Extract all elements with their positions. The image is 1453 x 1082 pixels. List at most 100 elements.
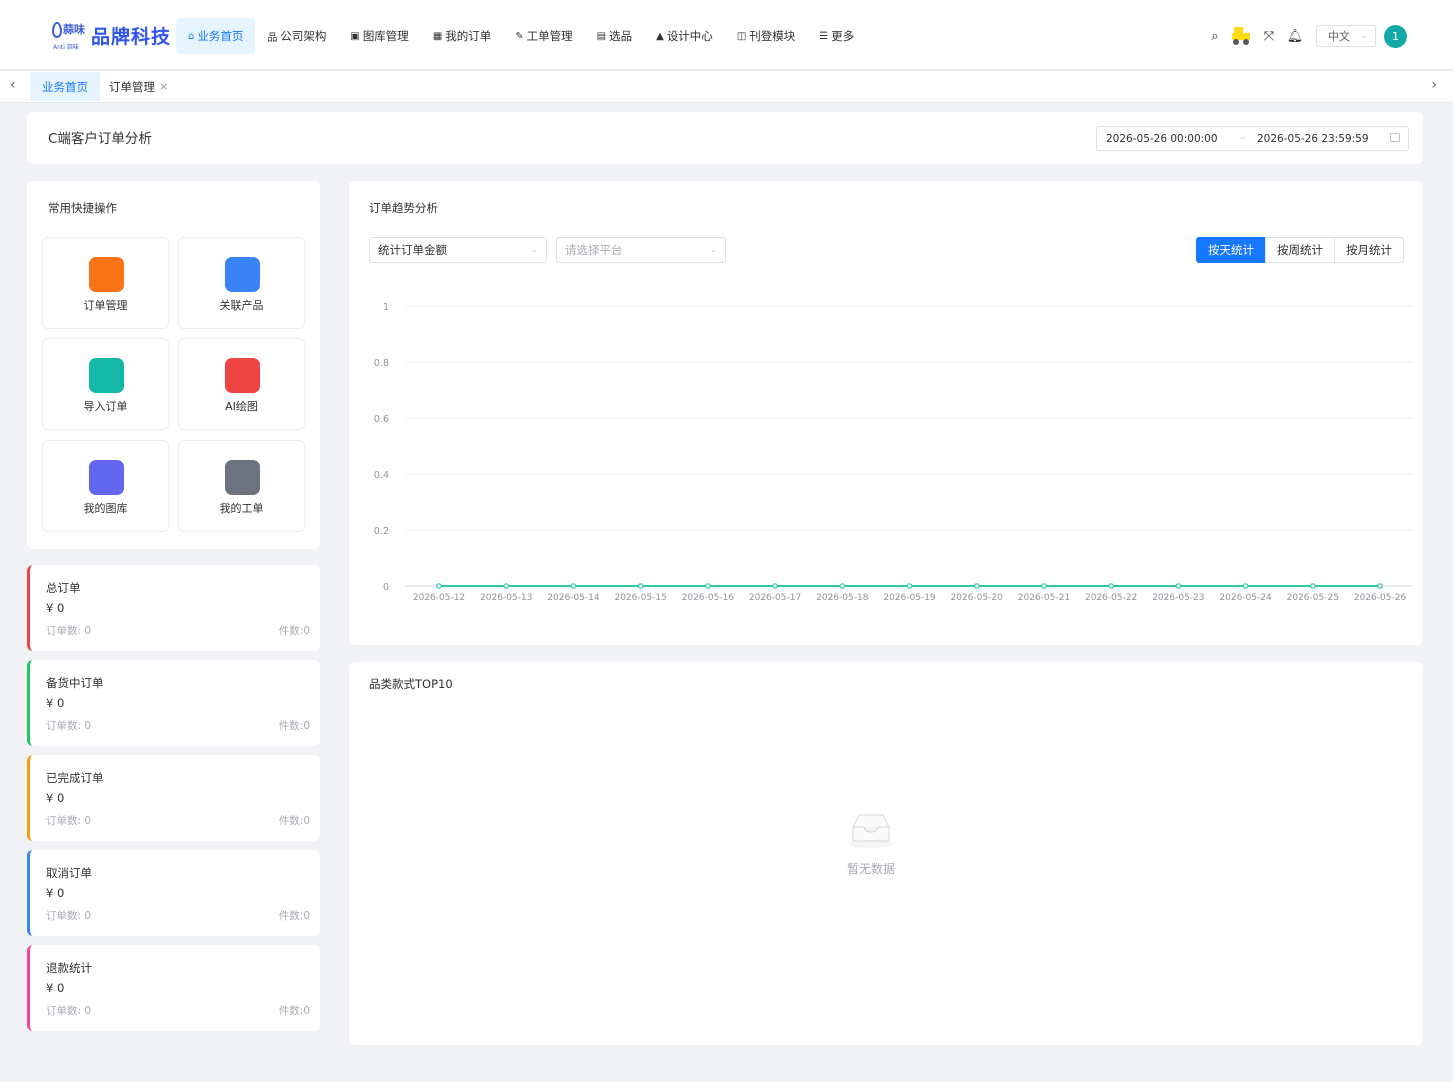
stat-card-stocking-orders[interactable]: 备货中订单 ¥ 0 订单数: 0 件数:0	[27, 660, 320, 746]
x-tick-label: 2026-05-12	[413, 593, 465, 603]
quick-item-related-products[interactable]: 关联产品	[178, 237, 305, 329]
stat-title: 取消订单	[46, 866, 92, 880]
y-tick-label: 1	[383, 302, 389, 313]
publish-icon: ◫	[736, 30, 747, 42]
language-value: 中文	[1328, 30, 1350, 43]
date-separator: –	[1240, 132, 1246, 144]
data-point	[1108, 583, 1114, 589]
x-tick-label: 2026-05-25	[1287, 593, 1339, 603]
stat-piece-count: 件数:0	[278, 1005, 310, 1017]
order-trend-card: 订单趋势分析 统计订单金额 ⌄ 请选择平台 ⌄ 按天统计 按周统计 按月统计 0…	[349, 181, 1423, 645]
chevron-right-icon[interactable]: ›	[1431, 77, 1437, 93]
y-tick-label: 0.6	[374, 414, 389, 425]
x-tick-label: 2026-05-14	[547, 593, 600, 603]
nav-item-product-selection[interactable]: ▤ 选品	[585, 18, 644, 54]
nav-item-tickets[interactable]: ✎ 工单管理	[503, 18, 584, 54]
logo-small-text: 蒜味	[63, 23, 85, 36]
quick-item-ai-drawing[interactable]: AI绘图	[178, 338, 305, 430]
stat-piece-count: 件数:0	[278, 910, 310, 922]
avatar[interactable]: 1	[1384, 24, 1407, 48]
data-point	[1377, 583, 1383, 589]
y-tick-label: 0	[383, 582, 389, 593]
stat-title: 已完成订单	[46, 771, 104, 785]
x-tick-label: 2026-05-22	[1085, 593, 1137, 603]
calendar-icon	[1390, 133, 1400, 142]
stat-title: 总订单	[46, 581, 81, 595]
image-icon: ▣	[350, 30, 360, 42]
stat-card-total-orders[interactable]: 总订单 ¥ 0 订单数: 0 件数:0	[27, 565, 320, 651]
nav-label: 图库管理	[362, 29, 409, 43]
data-point	[637, 583, 644, 589]
date-range-picker[interactable]: 2026-05-26 00:00:00 – 2026-05-26 23:59:5…	[1096, 126, 1409, 151]
stat-order-count: 订单数: 0	[46, 1005, 92, 1017]
design-icon: ▲	[656, 30, 664, 42]
x-tick-label: 2026-05-20	[951, 593, 1004, 603]
bell-icon[interactable]: 🔔︎	[1282, 29, 1308, 44]
nav-item-publish[interactable]: ◫ 刊登模块	[725, 18, 807, 54]
data-point	[1309, 583, 1316, 589]
stat-card-completed-orders[interactable]: 已完成订单 ¥ 0 订单数: 0 件数:0	[27, 755, 320, 841]
nav-item-business-home[interactable]: ⌂ 业务首页	[176, 18, 256, 54]
nav-item-gallery[interactable]: ▣ 图库管理	[338, 18, 420, 54]
quick-item-order-management[interactable]: 订单管理	[42, 237, 169, 329]
empty-inbox-icon	[849, 814, 893, 848]
data-point	[1175, 583, 1182, 589]
brand-name: 品牌科技	[91, 25, 172, 48]
quick-item-import-orders[interactable]: 导入订单	[42, 338, 169, 430]
data-point	[1041, 583, 1047, 589]
home-icon: ⌂	[188, 30, 195, 42]
truck-icon[interactable]	[1232, 27, 1252, 45]
tab-label: 业务首页	[42, 79, 88, 94]
page-header-card: C端客户订单分析 2026-05-26 00:00:00 – 2026-05-2…	[27, 112, 1423, 164]
ai-drawing-icon	[225, 358, 260, 393]
quick-item-label: 导入订单	[83, 400, 128, 413]
edit-icon: ✎	[515, 30, 524, 42]
quick-item-my-gallery[interactable]: 我的图库	[42, 440, 169, 532]
quick-item-label: 我的工单	[219, 502, 264, 515]
fullscreen-icon[interactable]: ⤧	[1256, 29, 1282, 44]
nav-item-my-orders[interactable]: ▦ 我的订单	[421, 18, 503, 54]
stat-order-count: 订单数: 0	[46, 815, 92, 827]
nav-label: 业务首页	[197, 29, 244, 43]
stat-value: ¥ 0	[46, 981, 65, 995]
stat-value: ¥ 0	[46, 601, 65, 615]
x-tick-label: 2026-05-21	[1018, 593, 1070, 603]
tab-bar: ‹ 业务首页 订单管理 × ›	[0, 71, 1453, 103]
x-tick-label: 2026-05-16	[682, 593, 735, 603]
stat-card-refunds[interactable]: 退款统计 ¥ 0 订单数: 0 件数:0	[27, 945, 320, 1031]
search-icon[interactable]: ⌕	[1202, 29, 1228, 44]
data-point	[973, 583, 980, 589]
quick-item-label: 关联产品	[219, 299, 264, 312]
logo-tiny-text: Anti 蒜味	[53, 44, 79, 51]
stat-value: ¥ 0	[46, 886, 65, 900]
x-tick-label: 2026-05-19	[883, 593, 936, 603]
quick-actions-card: 常用快捷操作 订单管理 关联产品 导入订单 AI绘图 我的图库 我的工单	[27, 181, 320, 549]
quick-item-my-tickets[interactable]: 我的工单	[178, 440, 305, 532]
language-select[interactable]: 中文 ⌄	[1316, 25, 1376, 47]
stat-piece-count: 件数:0	[278, 625, 310, 637]
data-point	[906, 583, 913, 589]
empty-text: 暂无数据	[846, 862, 895, 876]
close-icon[interactable]: ×	[159, 80, 168, 93]
logo-mark-icon: 蒜味 Anti 蒜味	[50, 18, 86, 52]
stat-title: 退款统计	[46, 961, 92, 975]
quick-item-label: 订单管理	[83, 299, 128, 312]
nav-item-design-center[interactable]: ▲ 设计中心	[644, 18, 725, 54]
data-point	[1242, 583, 1249, 589]
stat-piece-count: 件数:0	[278, 720, 310, 732]
table-icon: ▤	[596, 30, 607, 42]
brand-logo[interactable]: 蒜味 Anti 蒜味 品牌科技	[50, 18, 171, 52]
stat-card-cancelled-orders[interactable]: 取消订单 ¥ 0 订单数: 0 件数:0	[27, 850, 320, 936]
quick-actions-title: 常用快捷操作	[48, 201, 117, 215]
chevron-left-icon[interactable]: ‹	[10, 77, 16, 93]
tab-business-home[interactable]: 业务首页	[30, 72, 100, 101]
nav-item-company-structure[interactable]: 品公司架构	[255, 18, 338, 54]
data-point	[436, 583, 442, 589]
tab-order-management[interactable]: 订单管理 ×	[97, 72, 180, 101]
grid-icon: ▦	[432, 30, 443, 42]
date-start[interactable]: 2026-05-26 00:00:00	[1106, 133, 1218, 145]
order-management-icon	[89, 257, 124, 292]
tab-label: 订单管理	[109, 79, 155, 94]
date-end[interactable]: 2026-05-26 23:59:59	[1257, 133, 1369, 145]
nav-item-more[interactable]: ☰ 更多	[807, 18, 866, 54]
